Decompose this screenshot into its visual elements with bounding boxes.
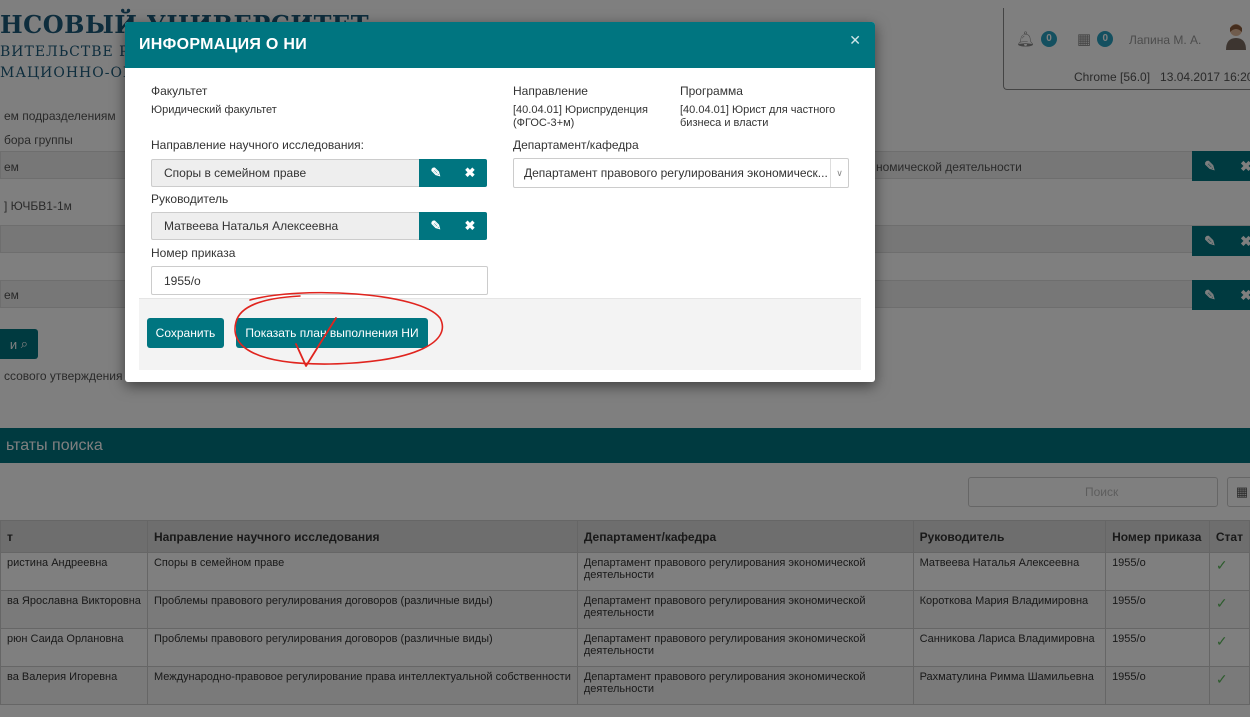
chevron-down-icon: ∨ — [830, 159, 848, 187]
close-icon[interactable]: ✕ — [849, 32, 861, 49]
department-select-value: Департамент правового регулирования экон… — [524, 166, 828, 180]
modal-title: ИНФОРМАЦИЯ О НИ — [139, 36, 308, 53]
edit-icon[interactable]: ✎ — [419, 212, 453, 240]
direction-value: [40.04.01] Юриспруденция (ФГОС-3+м) — [513, 104, 648, 129]
faculty-label: Факультет — [151, 84, 208, 98]
close-icon[interactable]: ✖ — [453, 212, 487, 240]
close-icon[interactable]: ✖ — [453, 159, 487, 187]
modal-header: ИНФОРМАЦИЯ О НИ ✕ — [125, 22, 875, 68]
faculty-value: Юридический факультет — [151, 104, 277, 116]
edit-icon[interactable]: ✎ — [419, 159, 453, 187]
direction-label: Направление — [513, 84, 588, 98]
research-direction-label: Направление научного исследования: — [151, 138, 365, 152]
show-plan-button[interactable]: Показать план выполнения НИ — [236, 318, 428, 348]
order-number-input[interactable] — [151, 266, 488, 295]
modal-footer: Сохранить Показать план выполнения НИ — [139, 298, 861, 370]
supervisor-field[interactable]: Матвеева Наталья Алексеевна — [151, 212, 419, 240]
supervisor-label: Руководитель — [151, 192, 229, 206]
supervisor-group: Матвеева Наталья Алексеевна ✎ ✖ — [151, 212, 487, 240]
save-button[interactable]: Сохранить — [147, 318, 224, 348]
department-select[interactable]: Департамент правового регулирования экон… — [513, 158, 849, 188]
program-label: Программа — [680, 84, 743, 98]
research-direction-group: Споры в семейном праве ✎ ✖ — [151, 159, 487, 187]
order-number-label: Номер приказа — [151, 246, 236, 260]
research-info-modal: ИНФОРМАЦИЯ О НИ ✕ Факультет Юридический … — [125, 22, 875, 382]
program-value: [40.04.01] Юрист для частного бизнеса и … — [680, 104, 836, 129]
research-direction-field[interactable]: Споры в семейном праве — [151, 159, 419, 187]
department-label: Департамент/кафедра — [513, 138, 639, 152]
